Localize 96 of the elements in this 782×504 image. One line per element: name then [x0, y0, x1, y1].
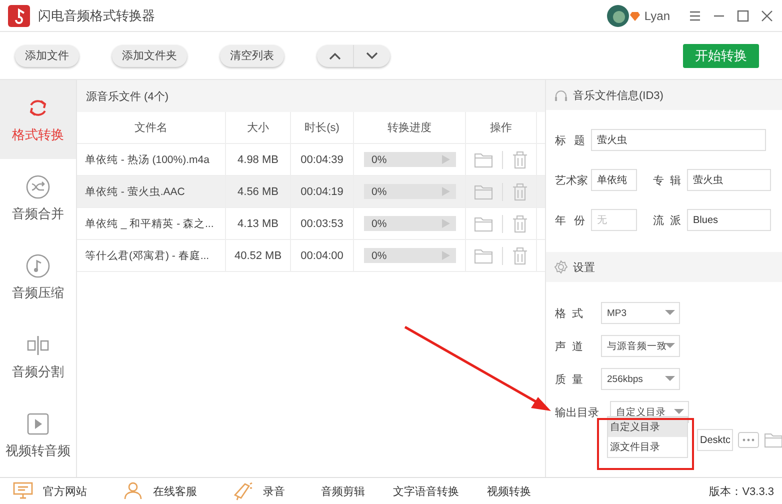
progress-bar: 0% — [364, 248, 456, 263]
path-field[interactable]: Desktc — [697, 429, 733, 451]
merge-icon — [26, 174, 50, 198]
caret-icon — [674, 409, 684, 414]
toolbar-button[interactable]: 添加文件夹 — [112, 44, 187, 66]
play-icon[interactable] — [442, 187, 450, 196]
headphones-icon — [554, 88, 568, 102]
file-size: 4.13 MB — [226, 208, 291, 239]
field-label: 流派 — [653, 214, 681, 228]
play-icon[interactable] — [442, 219, 450, 228]
text-field[interactable]: 萤火虫 — [591, 129, 766, 151]
field-label: 专辑 — [653, 174, 681, 188]
dropdown-option[interactable]: 源文件目录 — [608, 437, 687, 457]
person-icon[interactable] — [123, 481, 143, 501]
field-label: 标 题 — [555, 134, 585, 148]
sidebar-item[interactable]: 音频压缩 — [0, 238, 76, 317]
caret-icon — [665, 343, 675, 348]
bottom-link[interactable]: 录音 — [263, 484, 285, 498]
folder-icon[interactable] — [474, 184, 493, 200]
bottom-link[interactable]: 在线客服 — [153, 484, 197, 498]
sidebar-item[interactable]: 格式转换 — [0, 80, 76, 159]
trash-icon[interactable] — [512, 246, 528, 264]
column-header: 时长(s) — [291, 112, 354, 143]
bottom-link[interactable]: 官方网站 — [43, 484, 87, 498]
toolbar-button[interactable]: 清空列表 — [220, 44, 284, 66]
dropdown[interactable]: 256kbps — [601, 368, 680, 390]
sidebar-item[interactable]: 视频转音频 — [0, 396, 76, 475]
file-duration: 00:04:39 — [291, 144, 354, 175]
play-icon — [26, 412, 50, 436]
user-name: Lyan — [644, 8, 670, 22]
field-label: 声 道 — [555, 340, 583, 354]
maximize-icon[interactable] — [736, 8, 750, 22]
close-icon[interactable] — [760, 8, 774, 22]
caret-icon — [665, 376, 675, 381]
more-button[interactable] — [738, 432, 759, 448]
bottom-link[interactable]: 音频剪辑 — [321, 484, 365, 498]
progress-bar: 0% — [364, 152, 456, 167]
file-duration: 00:03:53 — [291, 208, 354, 239]
file-duration: 00:04:19 — [291, 176, 354, 207]
bottom-link[interactable]: 视频转换 — [487, 484, 531, 498]
settings-icon — [554, 260, 568, 274]
caret-icon — [665, 310, 675, 315]
avatar — [607, 4, 630, 26]
monitor-icon[interactable] — [13, 481, 33, 501]
version-text: 版本：V3.3.3 — [709, 484, 774, 498]
menu-icon[interactable] — [688, 8, 702, 22]
text-field[interactable]: 单依纯 — [591, 169, 637, 191]
dropdown[interactable]: 与源音频一致 — [601, 335, 680, 357]
bottom-link[interactable]: 文字语音转换 — [393, 484, 459, 498]
column-header: 转换进度 — [354, 112, 466, 143]
file-row[interactable]: 单依纯 - 萤火虫.AAC 4.56 MB 00:04:19 0% — [77, 176, 545, 208]
column-header: 操作 — [466, 112, 537, 143]
file-size: 4.56 MB — [226, 176, 291, 207]
file-size: 4.98 MB — [226, 144, 291, 175]
list-title: 源音乐文件 (4个) — [77, 80, 545, 112]
dropdown[interactable]: MP3 — [601, 302, 680, 324]
text-field[interactable]: 萤火虫 — [687, 169, 771, 191]
music-note-icon — [26, 254, 50, 278]
file-size: 40.52 MB — [226, 240, 291, 271]
panel-title: 音乐文件信息(ID3) — [573, 88, 664, 102]
file-name: 单依纯 - 萤火虫.AAC — [77, 176, 226, 207]
file-row[interactable]: 单依纯 _ 和平精英 - 森之... 4.13 MB 00:03:53 0% — [77, 208, 545, 240]
column-header: 大小 — [226, 112, 291, 143]
app-logo — [8, 4, 30, 26]
sidebar-item[interactable]: 音频分割 — [0, 317, 76, 396]
field-label: 年 份 — [555, 214, 585, 228]
folder-icon[interactable] — [474, 216, 493, 232]
dropdown-option[interactable]: 自定义目录 — [608, 417, 687, 437]
file-name: 单依纯 _ 和平精英 - 森之... — [77, 208, 226, 239]
text-field[interactable]: Blues — [687, 209, 771, 231]
sidebar-item[interactable]: 音频合并 — [0, 159, 76, 238]
file-name: 单依纯 - 热汤 (100%).m4a — [77, 144, 226, 175]
field-label: 艺术家 — [555, 174, 585, 188]
trash-icon[interactable] — [512, 150, 528, 168]
megaphone-icon[interactable] — [233, 481, 253, 501]
panel-title: 设置 — [573, 260, 595, 274]
folder-icon[interactable] — [474, 248, 493, 264]
progress-bar: 0% — [364, 216, 456, 231]
progress-bar: 0% — [364, 184, 456, 199]
file-row[interactable]: 等什么君(邓寓君) - 春庭... 40.52 MB 00:04:00 0% — [77, 240, 545, 272]
window-title: 闪电音频格式转换器 — [38, 6, 156, 24]
trash-icon[interactable] — [512, 214, 528, 232]
file-name: 等什么君(邓寓君) - 春庭... — [77, 240, 226, 271]
trash-icon[interactable] — [512, 182, 528, 200]
column-header: 文件名 — [77, 112, 226, 143]
folder-icon[interactable] — [474, 152, 493, 168]
field-label: 输出目录 — [555, 406, 599, 420]
vip-icon — [629, 10, 642, 22]
field-label: 质 量 — [555, 372, 583, 386]
play-icon[interactable] — [442, 251, 450, 260]
field-label: 格 式 — [555, 306, 583, 320]
play-icon[interactable] — [442, 155, 450, 164]
text-field[interactable]: 无 — [591, 209, 637, 231]
file-duration: 00:04:00 — [291, 240, 354, 271]
toolbar-button[interactable]: 添加文件 — [15, 44, 79, 66]
folder-icon[interactable] — [764, 432, 782, 448]
